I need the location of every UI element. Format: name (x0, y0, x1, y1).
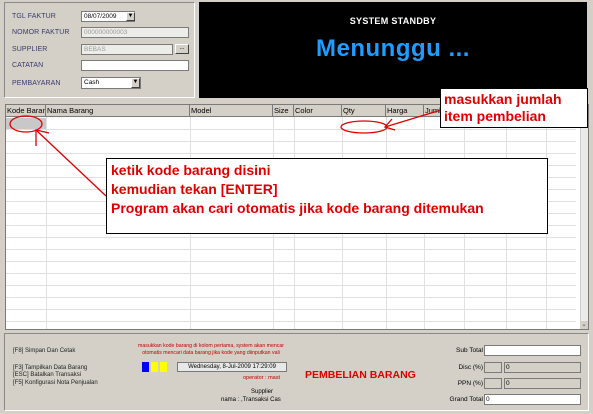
col-qty[interactable]: Qty (342, 105, 386, 117)
indicator-yellow (160, 362, 167, 372)
supplier-value: BEBAS (84, 46, 106, 53)
disc-label: Disc (%) (458, 364, 483, 371)
ppn-label: PPN (%) (457, 380, 483, 387)
ppn-percent-field[interactable] (484, 378, 502, 389)
hint-line1: masukkan kode barang di kolom pertama, s… (138, 343, 284, 349)
supplier-field[interactable]: BEBAS (81, 44, 173, 55)
supplier-footer-label: Supplier (251, 389, 274, 395)
grid-row-line (6, 285, 576, 286)
disc-percent-field[interactable] (484, 362, 502, 373)
nomor-faktur-field[interactable]: 000000000003 (81, 27, 189, 38)
qty-annotation-line2: item pembelian (444, 108, 546, 124)
invoice-form-panel: TGL FAKTUR 08/07/2009 ▼ NOMOR FAKTUR 000… (4, 2, 195, 98)
chevron-down-icon: ▼ (132, 79, 139, 85)
grid-row-line (6, 129, 576, 130)
grand-total-label: Grand Total (449, 396, 483, 403)
ppn-value-field[interactable]: 0 (504, 378, 581, 389)
pembayaran-dropdown[interactable]: ▼ (131, 78, 140, 88)
chevron-down-icon: ▼ (127, 13, 134, 19)
grand-total-field[interactable]: 0 (484, 394, 581, 405)
hotkey-save: [F8] Simpan Dan Cetak (13, 348, 76, 354)
grid-column-line (46, 117, 47, 329)
col-kode-barang[interactable]: Kode Barang (6, 105, 46, 117)
tgl-faktur-dropdown[interactable]: ▼ (126, 12, 135, 21)
catatan-field[interactable] (81, 60, 189, 71)
hotkey-cancel: [ESC] Batalkan Transaksi (13, 372, 82, 378)
system-status-panel: SYSTEM STANDBY Menunggu ... (199, 2, 587, 98)
col-size[interactable]: Size (273, 105, 294, 117)
pembayaran-label: PEMBAYARAN (12, 80, 61, 87)
kode-annotation-line1: ketik kode barang disini (111, 162, 271, 178)
scroll-down-icon[interactable]: ⌄ (580, 321, 588, 329)
operator-label: operator : mast (243, 375, 280, 381)
tgl-faktur-label: TGL FAKTUR (12, 13, 56, 20)
pembayaran-value: Cash (84, 79, 100, 86)
hotkey-show-items: [F3] Tampilkan Data Barang (13, 365, 88, 371)
vertical-scrollbar[interactable]: ⌄ (580, 105, 588, 329)
tgl-faktur-value: 08/07/2009 (84, 13, 117, 20)
kode-annotation-line3: Program akan cari otomatis jika kode bar… (111, 200, 484, 216)
hint-line2: otomatis mencari data barang jika kode y… (142, 350, 280, 356)
status-title: SYSTEM STANDBY (349, 16, 437, 26)
kode-annotation-line2: kemudian tekan [ENTER] (111, 181, 278, 197)
grid-row-line (6, 249, 576, 250)
qty-annotation: masukkan jumlah item pembelian (440, 88, 588, 128)
catatan-label: CATATAN (12, 62, 44, 69)
grid-row-line (6, 261, 576, 262)
sub-total-field[interactable] (484, 345, 581, 356)
grid-row-line (6, 321, 576, 322)
indicator-blue (142, 362, 149, 372)
supplier-browse-button[interactable]: ... (175, 44, 189, 54)
grid-row-line (6, 309, 576, 310)
footer-panel: [F8] Simpan Dan Cetak [F3] Tampilkan Dat… (4, 333, 589, 411)
nomor-faktur-label: NOMOR FAKTUR (12, 29, 70, 36)
datetime-display: Wednesday, 8-Jul-2009 17:29:09 (177, 362, 287, 372)
col-color[interactable]: Color (294, 105, 342, 117)
nomor-faktur-value: 000000000003 (84, 29, 128, 36)
active-cell-kode[interactable] (6, 118, 46, 129)
hotkey-config: [F5] Konfigurasi Nota Penjualan (13, 380, 98, 386)
grid-row-line (6, 237, 576, 238)
module-title: PEMBELIAN BARANG (305, 369, 416, 381)
col-nama-barang[interactable]: Nama Barang (46, 105, 190, 117)
grid-row-line (6, 273, 576, 274)
grid-row-line (6, 141, 576, 142)
kode-annotation: ketik kode barang disini kemudian tekan … (106, 158, 548, 234)
col-model[interactable]: Model (190, 105, 273, 117)
disc-value-field[interactable]: 0 (504, 362, 581, 373)
grid-row-line (6, 297, 576, 298)
status-message: Menunggu ... (316, 35, 470, 62)
qty-annotation-line1: masukkan jumlah (444, 91, 562, 107)
col-harga[interactable]: Harga (386, 105, 424, 117)
supplier-label: SUPPLIER (12, 46, 48, 53)
sub-total-label: Sub Total (456, 347, 483, 354)
grid-row-line (6, 153, 576, 154)
supplier-footer-name: nama : ,Transaksi Cas (221, 397, 281, 403)
indicator-yellow (151, 362, 158, 372)
